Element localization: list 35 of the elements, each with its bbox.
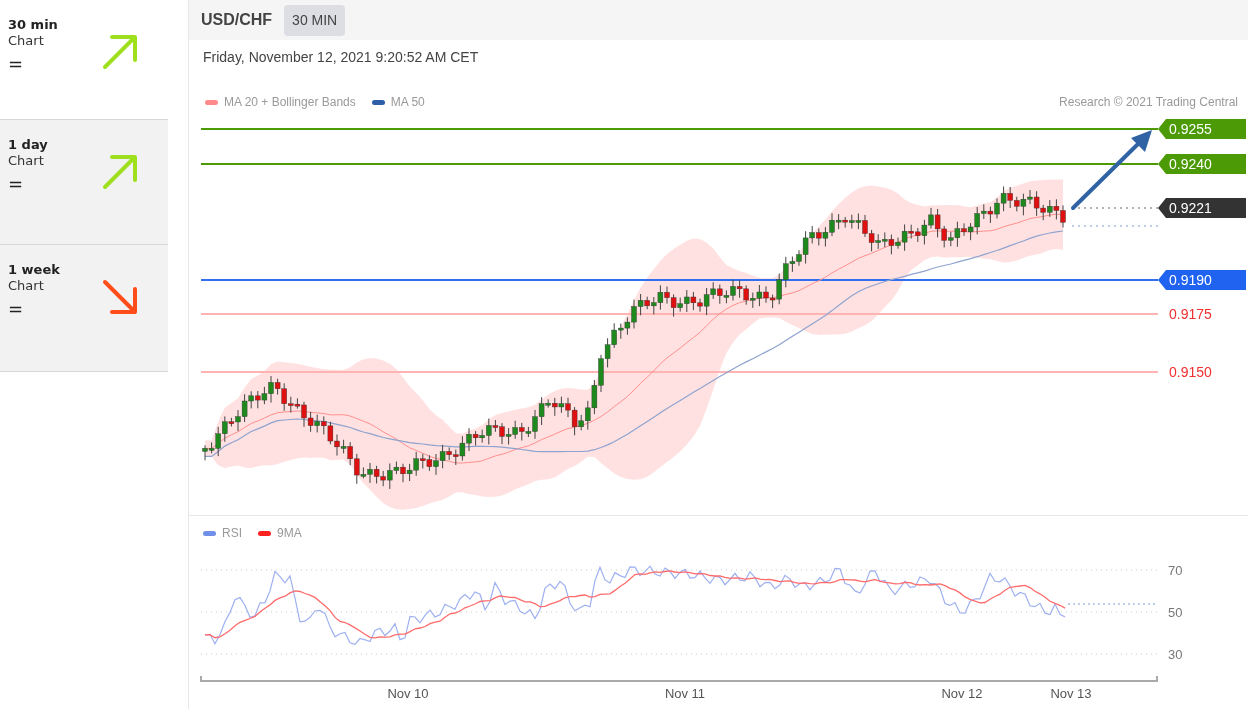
price-tag: 0.9240: [1158, 154, 1246, 174]
chart-label: Chart: [8, 33, 45, 49]
down-arrow-icon: [100, 277, 140, 317]
period-label: 1 week: [8, 262, 61, 278]
legend-label: RSI: [222, 525, 242, 542]
timeframe-card[interactable]: 1 week Chart =: [0, 245, 168, 372]
period-label: 1 day: [8, 137, 49, 153]
chart-label: Chart: [8, 278, 45, 294]
date-label: Nov 12: [941, 686, 983, 701]
signal-text: =: [8, 174, 25, 194]
date-label: Nov 10: [387, 686, 429, 701]
copyright-text: Research © 2021 Trading Central: [1059, 94, 1238, 110]
price-level-label: 0.9150: [1169, 364, 1212, 380]
timeframe-badge: 30 MIN: [284, 4, 346, 36]
period-label: 30 min: [8, 17, 59, 33]
chart-label: Chart: [8, 153, 45, 169]
axis-label: 50: [1168, 605, 1183, 620]
legend-label: MA 20 + Bollinger Bands: [224, 94, 356, 110]
timeframe-card[interactable]: 1 day Chart =: [0, 120, 168, 245]
date-label: Nov 13: [1050, 686, 1092, 701]
legend-label: MA 50: [390, 94, 425, 110]
axis-label: 70: [1168, 563, 1183, 578]
signal-text: =: [8, 299, 25, 319]
axis-label: 30: [1168, 647, 1183, 662]
price-tag: 0.9255: [1158, 119, 1246, 139]
timestamp: Friday, November 12, 2021 9:20:52 AM CET: [203, 48, 480, 67]
pair-title: USD/CHF: [201, 10, 273, 30]
signal-text: =: [8, 54, 25, 74]
price-tag: 0.9221: [1158, 198, 1246, 218]
legend-label: 9MA: [277, 525, 302, 542]
price-level-label: 0.9175: [1169, 306, 1212, 322]
up-arrow-icon: [100, 32, 140, 72]
up-arrow-icon: [100, 152, 140, 192]
price-tag: 0.9190: [1158, 270, 1246, 290]
date-label: Nov 11: [664, 686, 706, 701]
